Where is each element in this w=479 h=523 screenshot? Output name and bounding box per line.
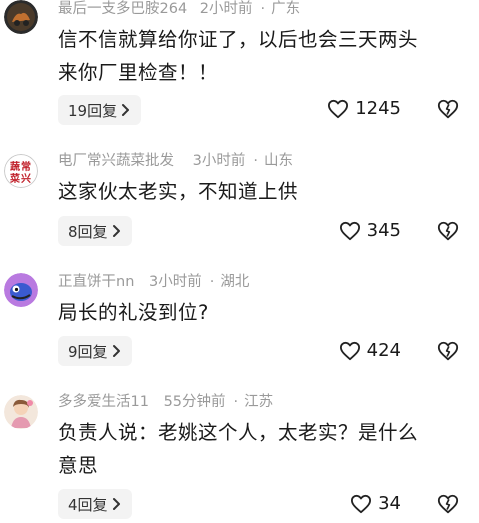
comment-location: 广东 (271, 1, 301, 17)
comment-time: 55分钟前 (163, 394, 226, 410)
author-name[interactable]: 多多爱生活11 (58, 394, 149, 410)
comment-text-line: 负责人说：老姚这个人，太老实？是什么 (58, 421, 419, 444)
heart-outline-icon (339, 221, 360, 240)
comment-time: 3小时前 (192, 153, 246, 169)
heart-outline-icon (328, 99, 349, 118)
like-button[interactable]: 424 (339, 340, 401, 361)
comment-text: 这家伙太老实，不知道上供 (58, 175, 466, 208)
comment-item: 蔬 常 菜 兴 电厂常兴蔬菜批发 3小时前 · 山东 这家伙太老实，不知道上供 8回… (0, 152, 479, 252)
reply-label: 4回复 (68, 495, 108, 514)
svg-text:菜: 菜 (9, 172, 21, 185)
like-count: 34 (378, 493, 401, 514)
meta-separator: · (260, 1, 266, 17)
comment-location: 江苏 (244, 394, 274, 410)
comment-item: 正直饼干nn 3小时前 · 湖北 局长的礼没到位? 9回复 424 (0, 273, 479, 373)
chevron-right-icon (122, 104, 130, 116)
avatar-image-icon (4, 395, 38, 429)
meta-separator: · (233, 394, 239, 410)
comment-text-line: 意思 (58, 454, 99, 477)
reply-label: 8回复 (68, 222, 108, 241)
author-name[interactable]: 正直饼干nn (58, 274, 134, 290)
broken-heart-icon (437, 99, 459, 119)
comment-meta: 电厂常兴蔬菜批发 3小时前 · 山东 (58, 152, 293, 170)
reply-button[interactable]: 4回复 (58, 489, 132, 519)
author-name[interactable]: 电厂常兴蔬菜批发 (58, 153, 174, 169)
chevron-right-icon (112, 498, 120, 510)
comment-item: 多多爱生活11 55分钟前 · 江苏 负责人说：老姚这个人，太老实？是什么 意思 4… (0, 393, 479, 523)
comment-item: 最后一支多巴胺264 2小时前 · 广东 信不信就算给你证了，以后也会三天两头 来你… (0, 0, 479, 130)
broken-heart-icon (437, 341, 459, 361)
comment-time: 3小时前 (149, 274, 202, 290)
reply-label: 19回复 (68, 101, 118, 120)
broken-heart-icon (437, 221, 459, 241)
comment-meta: 多多爱生活11 55分钟前 · 江苏 (58, 393, 273, 411)
dislike-button[interactable] (437, 98, 459, 120)
reply-button[interactable]: 19回复 (58, 95, 142, 125)
comment-text: 信不信就算给你证了，以后也会三天两头 来你厂里检查！！ (58, 23, 466, 89)
comment-text-line: 局长的礼没到位? (58, 301, 209, 324)
like-button[interactable]: 345 (339, 220, 401, 241)
like-count: 345 (366, 220, 401, 241)
chevron-right-icon (112, 225, 120, 237)
comment-location: 山东 (263, 153, 293, 169)
comment-meta: 最后一支多巴胺264 2小时前 · 广东 (58, 0, 300, 18)
reply-label: 9回复 (68, 342, 108, 361)
svg-text:蔬: 蔬 (10, 160, 20, 173)
comment-text-line: 来你厂里检查！！ (58, 61, 219, 84)
comment-meta: 正直饼干nn 3小时前 · 湖北 (58, 273, 249, 291)
comment-text: 局长的礼没到位? (58, 296, 466, 329)
meta-separator: · (209, 274, 215, 290)
comment-text-line: 这家伙太老实，不知道上供 (58, 180, 299, 203)
dislike-button[interactable] (437, 493, 459, 515)
dislike-button[interactable] (437, 220, 459, 242)
comment-text-line: 信不信就算给你证了，以后也会三天两头 (58, 28, 419, 51)
avatar-image-icon: 蔬 常 菜 兴 (4, 154, 38, 188)
like-count: 1245 (355, 98, 401, 119)
reply-button[interactable]: 9回复 (58, 336, 132, 366)
heart-outline-icon (351, 494, 372, 513)
chevron-right-icon (112, 345, 120, 357)
heart-outline-icon (339, 341, 360, 360)
avatar[interactable] (4, 395, 38, 429)
like-button[interactable]: 1245 (327, 98, 401, 119)
comment-time: 2小时前 (199, 1, 253, 17)
avatar[interactable] (4, 273, 38, 307)
author-name[interactable]: 最后一支多巴胺264 (58, 1, 187, 17)
like-button[interactable]: 34 (350, 493, 401, 514)
comment-location: 湖北 (220, 274, 250, 290)
svg-text:常: 常 (21, 160, 31, 173)
dislike-button[interactable] (437, 340, 459, 362)
comment-text: 负责人说：老姚这个人，太老实？是什么 意思 (58, 416, 466, 482)
avatar-image-icon (4, 273, 38, 307)
reply-button[interactable]: 8回复 (58, 216, 132, 246)
svg-text:兴: 兴 (21, 172, 31, 185)
avatar[interactable]: 蔬 常 菜 兴 (4, 154, 38, 188)
meta-separator: · (253, 153, 258, 169)
avatar[interactable] (4, 0, 38, 34)
broken-heart-icon (437, 494, 459, 514)
like-count: 424 (366, 340, 401, 361)
avatar-image-icon (4, 0, 38, 34)
